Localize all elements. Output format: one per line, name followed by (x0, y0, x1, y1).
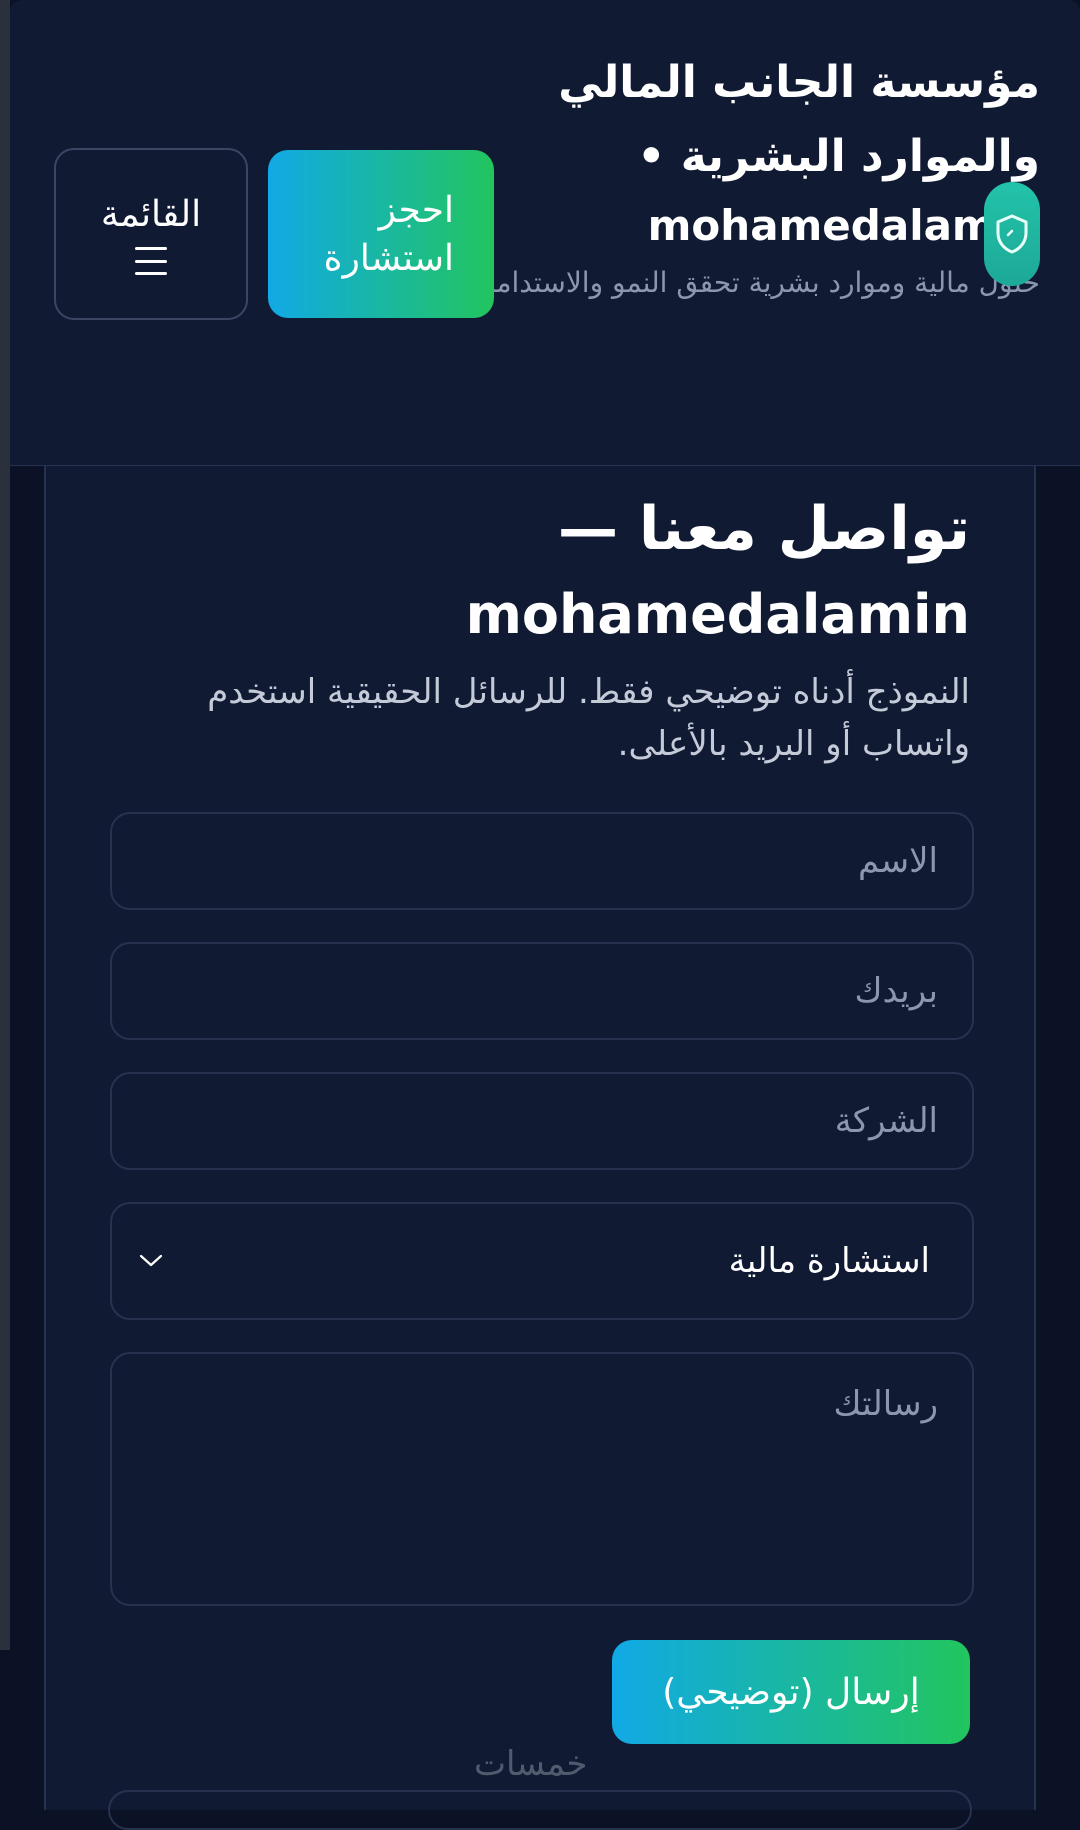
brand-tagline: حلول مالية وموارد بشرية تحقق النمو والاس… (481, 266, 1040, 299)
book-consultation-button[interactable]: احجز استشارة (268, 150, 494, 318)
service-select-value: استشارة مالية (728, 1241, 930, 1281)
contact-title: تواصل معنا — mohamedalamin (110, 486, 970, 658)
page-margin (1036, 466, 1080, 1810)
watermark-logo: خمسات (474, 1744, 588, 1784)
name-input[interactable] (110, 812, 974, 910)
brand-text: مؤسسة الجانب المالي والموارد البشرية • m… (480, 46, 1040, 304)
email-input[interactable] (110, 942, 974, 1040)
contact-title-text: تواصل معنا — (557, 494, 970, 564)
send-button[interactable]: إرسال (توضيحي) (612, 1640, 970, 1744)
left-edge-strip (0, 0, 10, 1650)
next-field-edge (108, 1790, 972, 1830)
brand-block[interactable]: مؤسسة الجانب المالي والموارد البشرية • m… (480, 46, 1040, 304)
brand-latin-name: mohamedalamin (647, 201, 1040, 250)
hamburger-icon (135, 247, 167, 275)
company-input[interactable] (110, 1072, 974, 1170)
chevron-down-icon (138, 1248, 164, 1274)
brand-title: مؤسسة الجانب المالي والموارد البشرية • (558, 57, 1040, 182)
contact-description: النموذج أدناه توضيحي فقط. للرسائل الحقيق… (207, 672, 970, 764)
shield-icon[interactable] (984, 182, 1040, 286)
service-select[interactable]: استشارة مالية (110, 1202, 974, 1320)
message-textarea[interactable] (110, 1352, 974, 1606)
contact-title-latin: mohamedalamin (465, 583, 970, 646)
contact-section: تواصل معنا — mohamedalamin النموذج أدناه… (44, 466, 1036, 1810)
site-header: مؤسسة الجانب المالي والموارد البشرية • m… (10, 0, 1080, 466)
menu-button-label: القائمة (100, 193, 202, 234)
menu-button[interactable]: القائمة (54, 148, 248, 320)
